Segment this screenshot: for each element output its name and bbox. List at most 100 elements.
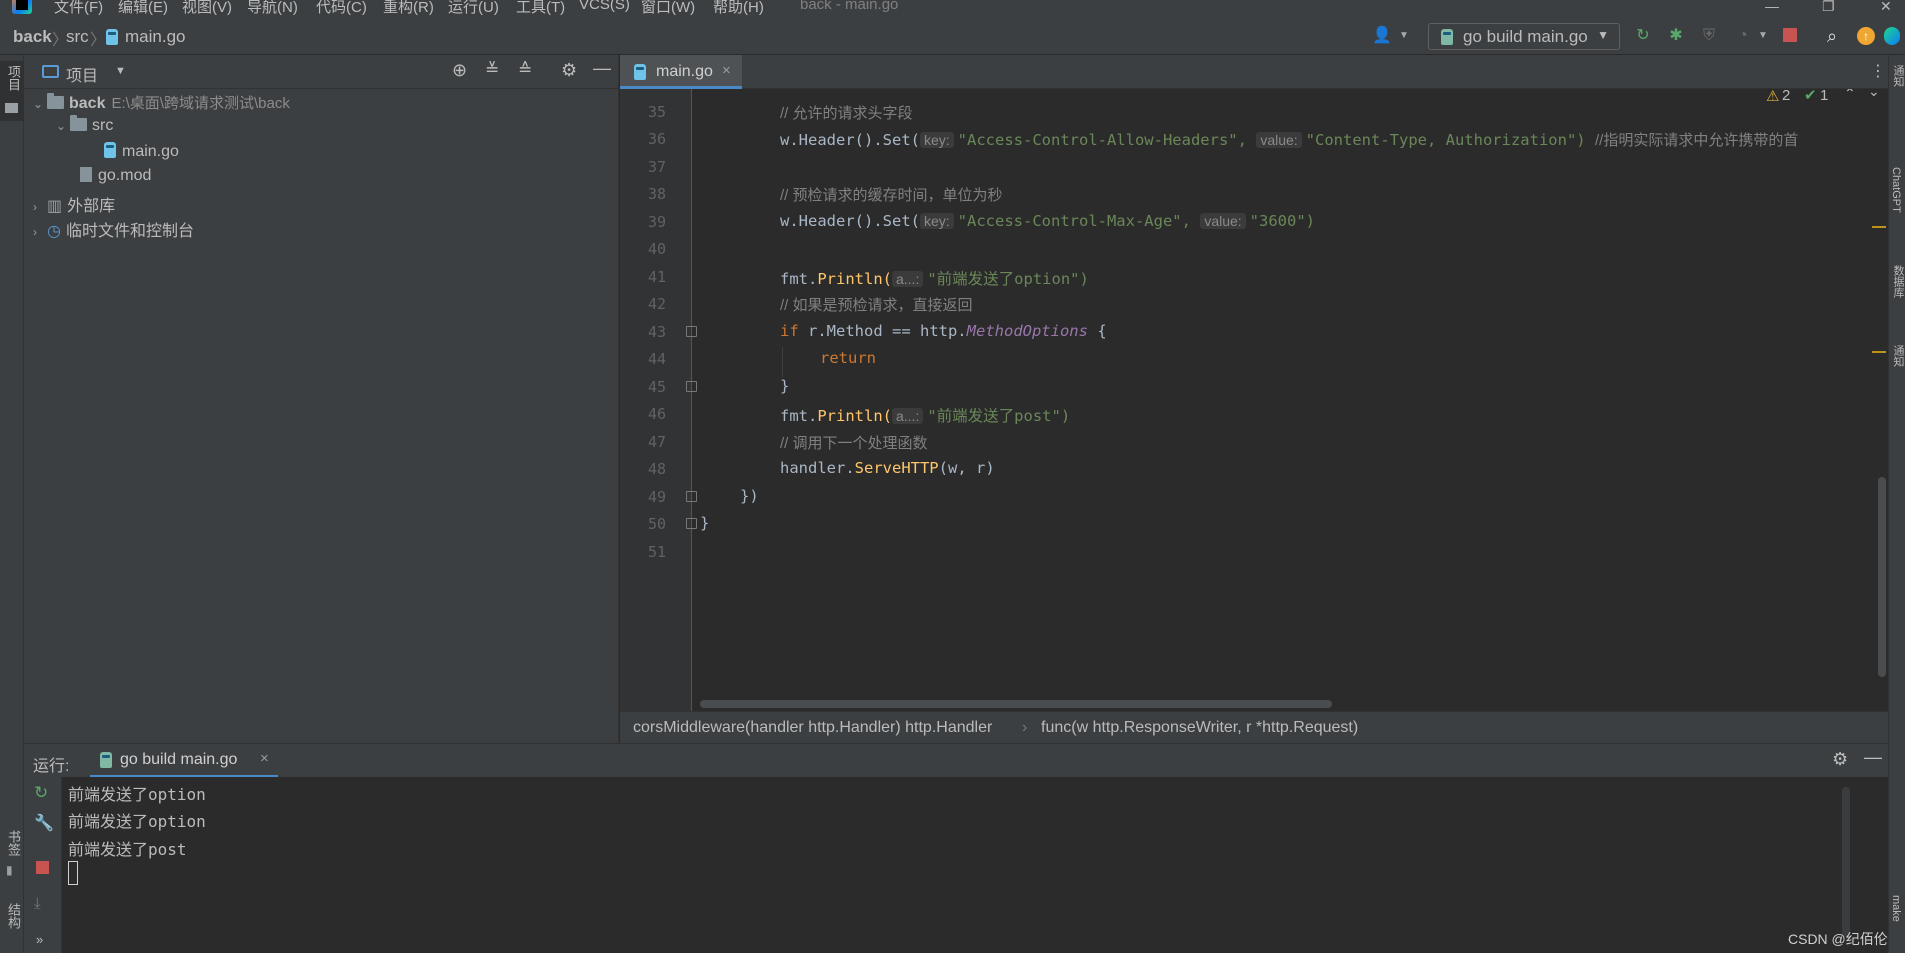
close-icon[interactable]: × [722,62,731,79]
bookmark-icon[interactable]: ▮ [6,863,13,877]
chevron-down-icon[interactable]: ▼ [1394,26,1414,46]
expand-all-icon[interactable]: ≚ [485,60,499,80]
tree-item-main-go[interactable]: main.go [104,142,179,166]
chevron-down-icon[interactable]: ⌄ [56,119,70,133]
parameter-hint: value: [1256,132,1302,148]
make-tool-label[interactable]: make [1890,895,1902,922]
breadcrumb-project[interactable]: back [13,27,52,47]
menu-view[interactable]: 视图(V) [182,0,232,17]
tab-main-go[interactable]: main.go × [620,55,742,89]
line-number: 35 [647,103,666,121]
menu-tools[interactable]: 工具(T) [516,0,565,17]
tree-item-root[interactable]: ⌄ back E:\桌面\跨域请求测试\back [33,92,290,116]
code-comment: // 预检请求的缓存时间，单位为秒 [780,187,1003,204]
run-tab-go-build[interactable]: go build main.go × [90,744,278,778]
right-tool-strip: 通知 ChatGPT 数据库 通知 make [1888,55,1905,953]
tree-item-src[interactable]: ⌄ src [56,115,113,141]
database-tool-label[interactable]: 数据库 [1890,265,1905,298]
run-configuration-select[interactable]: go build main.go ▼ [1428,23,1620,50]
menu-vcs[interactable]: VCS(S) [579,0,630,13]
user-icon[interactable]: 👤 [1372,26,1392,46]
rerun-icon[interactable]: ↻ [34,783,48,803]
notifications-tool-label[interactable]: 通知 [1890,65,1905,87]
wrench-icon[interactable]: 🔧 [34,813,54,833]
next-highlight-icon[interactable]: ⌄ [1868,89,1880,100]
close-window-icon[interactable]: ✕ [1880,0,1892,15]
stop-icon[interactable] [36,861,49,874]
line-number: 42 [647,295,666,313]
tree-root-path: E:\桌面\跨域请求测试\back [111,95,290,112]
debug-icon[interactable]: ✱ [1666,26,1686,46]
menu-help[interactable]: 帮助(H) [713,0,764,17]
collapse-all-icon[interactable]: ≙ [518,60,532,80]
code-text: fmt. [780,407,818,425]
fold-marker-icon[interactable] [686,326,697,337]
menu-window[interactable]: 窗口(W) [641,0,695,17]
more-actions-icon[interactable]: » [36,932,43,947]
coverage-icon[interactable]: ⛨ [1699,26,1719,46]
minimize-icon[interactable]: — [1765,0,1779,14]
chevron-down-icon[interactable]: ▼ [115,65,126,77]
warning-stripe-marker[interactable] [1872,351,1886,353]
scroll-to-end-icon[interactable]: ⤓ [34,895,41,912]
bookmarks-tool-label[interactable]: 书签 [4,830,23,856]
chevron-down-icon[interactable]: ⌄ [33,97,47,111]
chevron-right-icon[interactable]: › [33,200,47,214]
line-number: 48 [647,460,666,478]
hide-panel-icon[interactable]: — [593,58,611,79]
menu-navigate[interactable]: 导航(N) [247,0,298,17]
breadcrumb-src[interactable]: src [66,27,89,47]
notification-tool-label[interactable]: 通知 [1890,345,1905,367]
stop-icon[interactable] [1783,28,1797,42]
profile-icon[interactable]: ◔ [1733,26,1753,46]
code-breadcrumb-function[interactable]: corsMiddleware(handler http.Handler) htt… [633,719,992,737]
chatgpt-tool-label[interactable]: ChatGPT [1890,167,1902,213]
more-icon[interactable]: ⋮ [1870,61,1886,81]
restore-icon[interactable]: ❐ [1822,0,1835,15]
gear-icon[interactable]: ⚙ [1832,749,1848,770]
breadcrumb-file[interactable]: main.go [125,27,185,47]
fold-marker-icon[interactable] [686,518,697,529]
line-number: 44 [647,350,666,368]
close-icon[interactable]: × [260,750,269,767]
fold-marker-icon[interactable] [686,381,697,392]
code-breadcrumb-closure[interactable]: func(w http.ResponseWriter, r *http.Requ… [1041,719,1358,737]
project-panel-title[interactable]: 项目 [66,62,98,86]
horizontal-scrollbar[interactable] [700,700,1332,708]
menu-code[interactable]: 代码(C) [316,0,367,17]
chevron-down-icon[interactable]: ▼ [1753,26,1773,46]
tree-external-libs-label: 外部库 [67,198,116,215]
menu-refactor[interactable]: 重构(R) [383,0,434,17]
menu-run[interactable]: 运行(U) [448,0,499,17]
go-build-icon [100,752,112,768]
tree-root-name: back [69,95,106,112]
run-console[interactable]: ↻ 🔧 ⤓ » 前端发送了option 前端发送了option 前端发送了pos… [24,777,1888,953]
chevron-right-icon[interactable]: › [33,225,47,239]
locate-icon[interactable]: ⊕ [452,60,467,81]
code-editor[interactable]: 35 36 37 38 39 40 41 42 43 44 45 46 47 4… [620,89,1888,711]
menu-file[interactable]: 文件(F) [54,0,103,17]
toolbox-icon[interactable] [1884,27,1900,45]
hide-panel-icon[interactable]: — [1864,747,1882,768]
line-number: 36 [647,130,666,148]
line-number: 50 [647,515,666,533]
fold-marker-icon[interactable] [686,491,697,502]
tree-item-external-libraries[interactable]: › ▥ 外部库 [33,192,115,216]
tree-item-go-mod[interactable]: go.mod [80,167,151,191]
warning-icon[interactable]: ⚠ [1766,89,1779,105]
breadcrumb-separator-icon: › [1022,719,1028,736]
search-icon[interactable]: ⌕ [1822,26,1842,46]
code-line-42: // 如果是预检请求，直接返回 [780,294,973,315]
check-icon[interactable]: ✔ [1804,89,1817,104]
update-icon[interactable]: ↑ [1857,27,1875,45]
console-scrollbar[interactable] [1842,787,1850,937]
rerun-icon[interactable]: ↻ [1633,26,1653,46]
structure-tool-label[interactable]: 结构 [4,903,23,929]
project-tool-button[interactable]: 项目 [0,61,24,121]
warning-stripe-marker[interactable] [1872,226,1886,228]
menu-edit[interactable]: 编辑(E) [118,0,168,17]
previous-highlight-icon[interactable]: ⌃ [1844,89,1856,102]
tree-item-scratches[interactable]: › ◷ 临时文件和控制台 [33,217,194,241]
gear-icon[interactable]: ⚙ [561,60,577,81]
vertical-scrollbar[interactable] [1878,477,1886,677]
